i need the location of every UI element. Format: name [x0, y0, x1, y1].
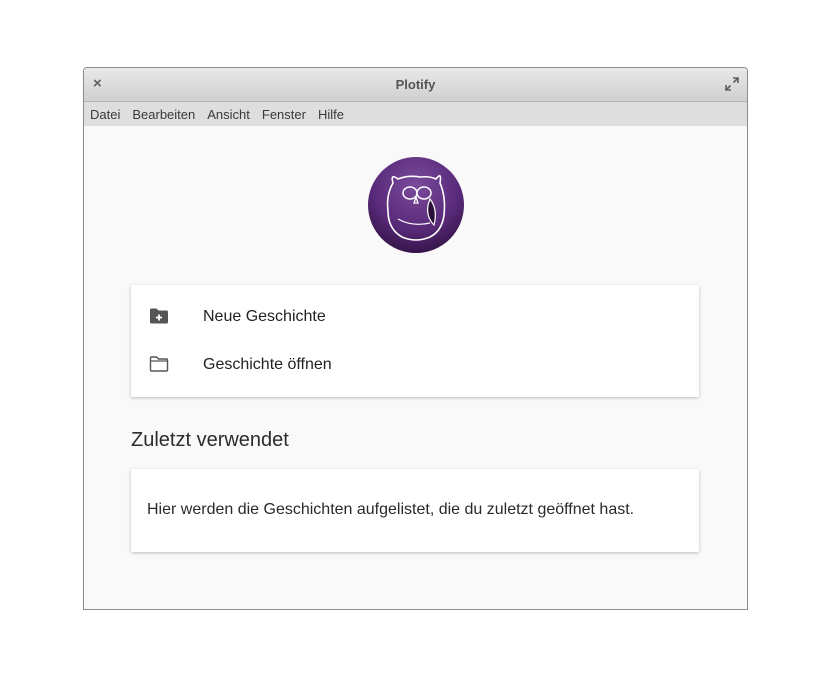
window-title: Plotify — [395, 77, 436, 92]
menubar: Datei Bearbeiten Ansicht Fenster Hilfe — [84, 102, 747, 126]
titlebar[interactable]: × Plotify — [84, 68, 747, 102]
menu-hilfe[interactable]: Hilfe — [318, 107, 344, 122]
folder-plus-icon — [150, 308, 168, 324]
new-story-label: Neue Geschichte — [203, 308, 326, 325]
app-window: × Plotify Datei Bearbeiten Ansicht Fenst… — [83, 67, 748, 610]
recent-empty-text: Hier werden die Geschichten aufgelistet,… — [147, 501, 635, 518]
owl-logo-icon — [368, 157, 464, 253]
recent-card: Hier werden die Geschichten aufgelistet,… — [131, 469, 699, 552]
welcome-content: Neue Geschichte Geschichte öffnen Zuletz… — [84, 126, 747, 609]
folder-icon — [149, 356, 169, 372]
menu-bearbeiten[interactable]: Bearbeiten — [132, 107, 195, 122]
menu-fenster[interactable]: Fenster — [262, 107, 306, 122]
menu-ansicht[interactable]: Ansicht — [207, 107, 250, 122]
menu-datei[interactable]: Datei — [90, 107, 120, 122]
open-story-label: Geschichte öffnen — [203, 356, 332, 373]
recent-heading: Zuletzt verwendet — [131, 429, 289, 451]
open-story-button[interactable]: Geschichte öffnen — [131, 341, 699, 389]
maximize-icon[interactable] — [725, 77, 739, 91]
actions-card: Neue Geschichte Geschichte öffnen — [131, 285, 699, 397]
new-story-button[interactable]: Neue Geschichte — [131, 293, 699, 341]
